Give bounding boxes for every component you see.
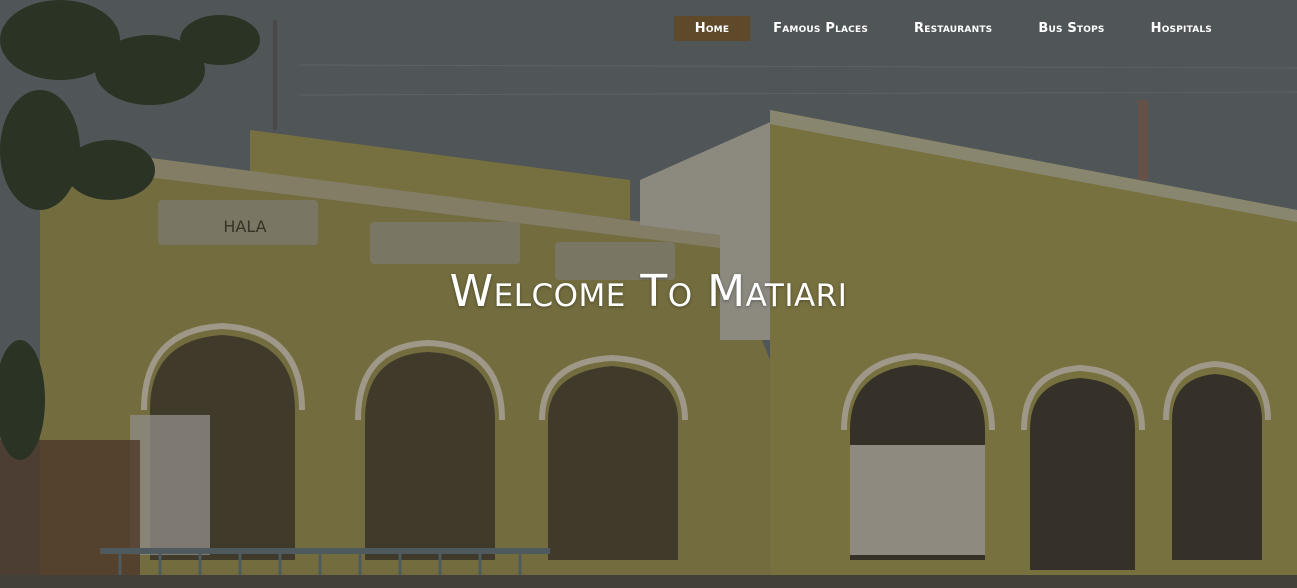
hero-section: HALA Home Famous Places Restaurants Bus …	[0, 0, 1297, 588]
hero-heading: Welcome To Matiari	[449, 266, 848, 317]
nav-home-link[interactable]: Home	[673, 16, 751, 41]
nav-hospitals-link[interactable]: Hospitals	[1128, 16, 1235, 41]
nav-bus-stops-link[interactable]: Bus Stops	[1015, 16, 1127, 41]
main-navigation: Home Famous Places Restaurants Bus Stops…	[673, 16, 1235, 41]
nav-restaurants-link[interactable]: Restaurants	[891, 16, 1015, 41]
nav-famous-places-link[interactable]: Famous Places	[750, 16, 891, 41]
